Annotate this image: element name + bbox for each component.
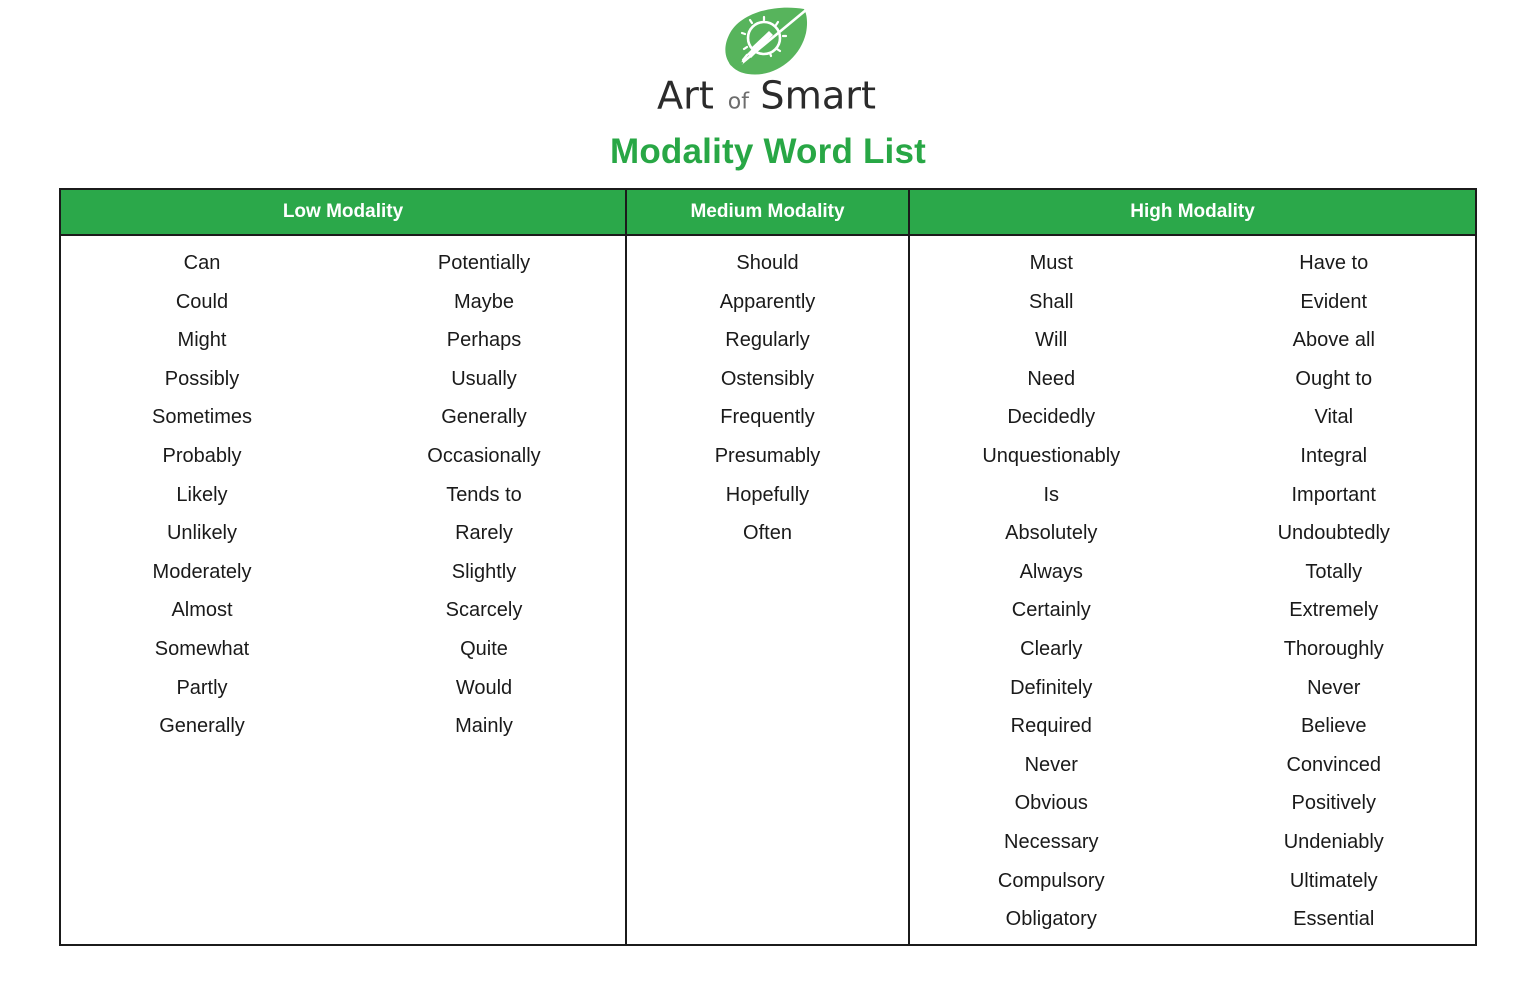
word-item: Convinced <box>1286 753 1381 776</box>
word-item: Shall <box>1029 290 1074 313</box>
word-item: Can <box>183 252 221 274</box>
table-header-row: Low Modality Medium Modality High Modali… <box>61 190 1475 236</box>
column-low-modality: Can Could Might Possibly Sometimes Probably Li… <box>61 236 627 944</box>
medium-modality-subcolumn-1: Should Apparently Regularly Ostensibly Frequ… <box>627 244 908 944</box>
word-item: Essential <box>1293 908 1375 931</box>
word-item: Ought to <box>1295 367 1373 390</box>
word-item: Mainly <box>455 715 513 738</box>
high-modality-subcolumn-2: Have to Evident Above all Ought to Vital Inte… <box>1193 244 1476 944</box>
column-header-high-modality: High Modality <box>910 190 1475 234</box>
word-item: Will <box>1035 329 1068 352</box>
word-item: Usually <box>451 367 517 390</box>
word-item: Potentially <box>437 252 531 274</box>
word-item: Undeniably <box>1283 830 1384 853</box>
word-item: Unlikely <box>166 522 238 545</box>
word-item: Generally <box>441 406 527 429</box>
word-item: Have to <box>1299 252 1369 274</box>
word-item: Unquestionably <box>982 444 1121 467</box>
word-item: Possibly <box>164 367 240 390</box>
word-item: Need <box>1027 367 1076 390</box>
word-item: Frequently <box>720 406 815 429</box>
word-item: Perhaps <box>446 329 522 352</box>
word-item: Definitely <box>1010 676 1093 699</box>
word-item: Undoubtedly <box>1277 522 1390 545</box>
word-item: Sometimes <box>151 406 253 429</box>
word-item: Almost <box>171 599 233 622</box>
page-title: Modality Word List <box>609 132 926 171</box>
column-header-medium-modality: Medium Modality <box>627 190 910 234</box>
word-item: Tends to <box>446 483 522 506</box>
word-item: Clearly <box>1020 637 1083 660</box>
word-item: Positively <box>1291 792 1376 815</box>
column-header-low-modality: Low Modality <box>61 190 627 234</box>
word-item: Could <box>175 290 229 313</box>
word-item: Evident <box>1300 290 1368 313</box>
word-item: Vital <box>1314 406 1354 429</box>
word-item: Somewhat <box>154 637 250 660</box>
column-high-modality: Must Shall Will Need Decidedly Unquestionably… <box>910 236 1475 944</box>
word-item: Necessary <box>1004 830 1099 853</box>
word-item: Would <box>455 676 513 699</box>
word-item: Always <box>1019 560 1083 583</box>
word-item: Certainly <box>1011 599 1091 622</box>
word-item: Required <box>1010 715 1092 738</box>
word-item: Compulsory <box>997 869 1105 892</box>
word-item: Decidedly <box>1007 406 1096 429</box>
word-item: Slightly <box>451 560 517 583</box>
word-item: Partly <box>176 676 228 699</box>
word-item: Should <box>736 252 799 274</box>
wordmark-art: Art <box>657 74 714 118</box>
word-item: Ostensibly <box>720 367 815 390</box>
word-item: Might <box>177 329 227 352</box>
word-item: Scarcely <box>445 599 523 622</box>
word-item: Must <box>1029 252 1073 274</box>
word-item: Totally <box>1305 560 1363 583</box>
leaf-lightbulb-icon <box>725 7 808 75</box>
high-modality-subcolumn-1: Must Shall Will Need Decidedly Unquestionably… <box>910 244 1193 944</box>
low-modality-subcolumn-1: Can Could Might Possibly Sometimes Probably Li… <box>61 244 343 944</box>
table-body: Can Could Might Possibly Sometimes Probably Li… <box>61 236 1475 944</box>
wordmark-of: of <box>728 89 750 114</box>
word-item: Absolutely <box>1005 522 1098 545</box>
word-item: Is <box>1043 483 1060 506</box>
brand-logo: Art of Smart <box>0 0 1536 118</box>
low-modality-subcolumn-2: Potentially Maybe Perhaps Usually Generally O… <box>343 244 625 944</box>
word-item: Ultimately <box>1289 869 1378 892</box>
wordmark-smart: Smart <box>760 74 876 118</box>
word-item: Never <box>1307 676 1361 699</box>
word-item: Often <box>743 522 792 545</box>
word-item: Extremely <box>1289 599 1379 622</box>
word-item: Presumably <box>714 444 821 467</box>
word-item: Believe <box>1300 715 1367 738</box>
brand-wordmark: Art of Smart <box>657 74 876 118</box>
word-item: Likely <box>176 483 228 506</box>
word-item: Quite <box>460 637 508 660</box>
word-item: Obvious <box>1014 792 1088 815</box>
word-item: Never <box>1024 753 1078 776</box>
word-item: Integral <box>1300 444 1368 467</box>
word-item: Moderately <box>152 560 252 583</box>
word-item: Obligatory <box>1005 908 1097 931</box>
column-medium-modality: Should Apparently Regularly Ostensibly Frequ… <box>627 236 910 944</box>
word-item: Probably <box>162 444 242 467</box>
word-item: Apparently <box>719 290 816 313</box>
word-item: Hopefully <box>725 483 810 506</box>
word-item: Thoroughly <box>1283 637 1384 660</box>
word-item: Important <box>1291 483 1376 506</box>
modality-word-table: Low Modality Medium Modality High Modali… <box>59 188 1477 946</box>
word-item: Generally <box>159 715 245 738</box>
word-item: Above all <box>1292 329 1375 352</box>
word-item: Regularly <box>725 329 810 352</box>
word-item: Rarely <box>455 522 513 545</box>
word-item: Maybe <box>453 290 515 313</box>
word-item: Occasionally <box>427 444 541 467</box>
